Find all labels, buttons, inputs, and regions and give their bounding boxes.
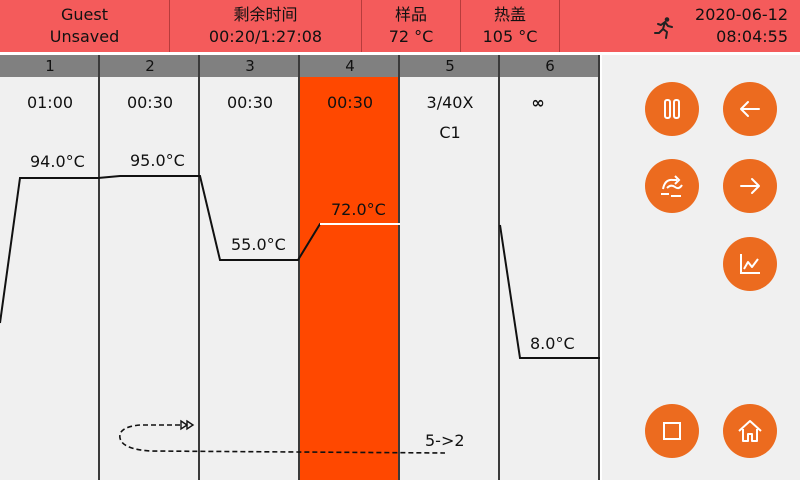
lid-temp-value: 105 °C <box>482 27 538 46</box>
arrow-left-icon <box>740 101 760 117</box>
sample-temp-value: 72 °C <box>388 27 434 46</box>
stop-square-icon <box>663 422 681 440</box>
step-column-3[interactable]: 3 00:30 <box>200 55 300 480</box>
step-number: 4 <box>300 55 400 77</box>
status-bar: Guest Unsaved 剩余时间 00:20/1:27:08 样品 72 °… <box>0 0 800 52</box>
sample-temp: 样品 72 °C <box>362 0 460 52</box>
clock-time: 08:04:55 <box>716 27 788 46</box>
step-time: 00:30 <box>326 93 374 112</box>
step-number: 1 <box>0 55 100 77</box>
control-panel <box>602 55 800 480</box>
step-temp-label: 95.0°C <box>130 151 185 170</box>
user-info[interactable]: Guest Unsaved <box>0 0 169 52</box>
cycle-label: C1 <box>439 123 461 142</box>
infinite-hold: ∞ <box>531 93 545 112</box>
protocol-steps: 1 01:00 2 00:30 3 00:30 4 00:30 5 3/40X … <box>0 55 600 480</box>
column-divider <box>398 55 400 480</box>
column-divider <box>98 55 100 480</box>
remaining-time-label: 剩余时间 <box>233 5 298 24</box>
step-time: 00:30 <box>226 93 274 112</box>
step-temp-label: 94.0°C <box>30 152 85 171</box>
step-column-1[interactable]: 1 01:00 <box>0 55 100 480</box>
clock-date: 2020-06-12 <box>695 5 788 24</box>
step-column-2[interactable]: 2 00:30 <box>100 55 200 480</box>
remaining-time-value: 00:20/1:27:08 <box>208 27 323 46</box>
pause-icon <box>664 99 680 119</box>
arrow-right-icon <box>740 178 760 194</box>
step-temp-label: 8.0°C <box>530 334 575 353</box>
step-column-6[interactable]: 6 ∞ <box>500 55 600 480</box>
chart-button[interactable] <box>723 237 777 291</box>
step-time: 00:30 <box>126 93 174 112</box>
sample-temp-label: 样品 <box>394 5 427 24</box>
step-number: 5 <box>400 55 500 77</box>
cycle-count: 3/40X <box>426 93 474 112</box>
back-button[interactable] <box>723 82 777 136</box>
pause-button[interactable] <box>645 82 699 136</box>
header-divider <box>559 0 560 52</box>
column-divider <box>598 55 600 480</box>
lid-temp-label: 热盖 <box>493 5 526 24</box>
line-chart-icon <box>740 254 760 274</box>
column-divider <box>498 55 500 480</box>
step-number: 2 <box>100 55 200 77</box>
save-state: Unsaved <box>49 27 120 46</box>
stop-button[interactable] <box>645 404 699 458</box>
column-divider <box>198 55 200 480</box>
column-divider <box>298 55 300 480</box>
forward-button[interactable] <box>723 159 777 213</box>
lid-temp: 热盖 105 °C <box>461 0 559 52</box>
skip-step-button[interactable] <box>645 159 699 213</box>
home-button[interactable] <box>723 404 777 458</box>
step-temp-label: 72.0°C <box>331 200 386 219</box>
step-temp-label: 55.0°C <box>231 235 286 254</box>
home-icon <box>738 420 762 442</box>
user-name: Guest <box>61 5 108 24</box>
clock: 2020-06-12 08:04:55 <box>648 0 798 52</box>
step-column-5[interactable]: 5 3/40X C1 <box>400 55 500 480</box>
step-column-4[interactable]: 4 00:30 <box>300 55 400 480</box>
step-time: 01:00 <box>26 93 74 112</box>
goto-label: 5->2 <box>425 431 465 450</box>
remaining-time: 剩余时间 00:20/1:27:08 <box>170 0 361 52</box>
step-number: 3 <box>200 55 300 77</box>
skip-step-icon <box>661 175 683 197</box>
step-number: 6 <box>500 55 600 77</box>
